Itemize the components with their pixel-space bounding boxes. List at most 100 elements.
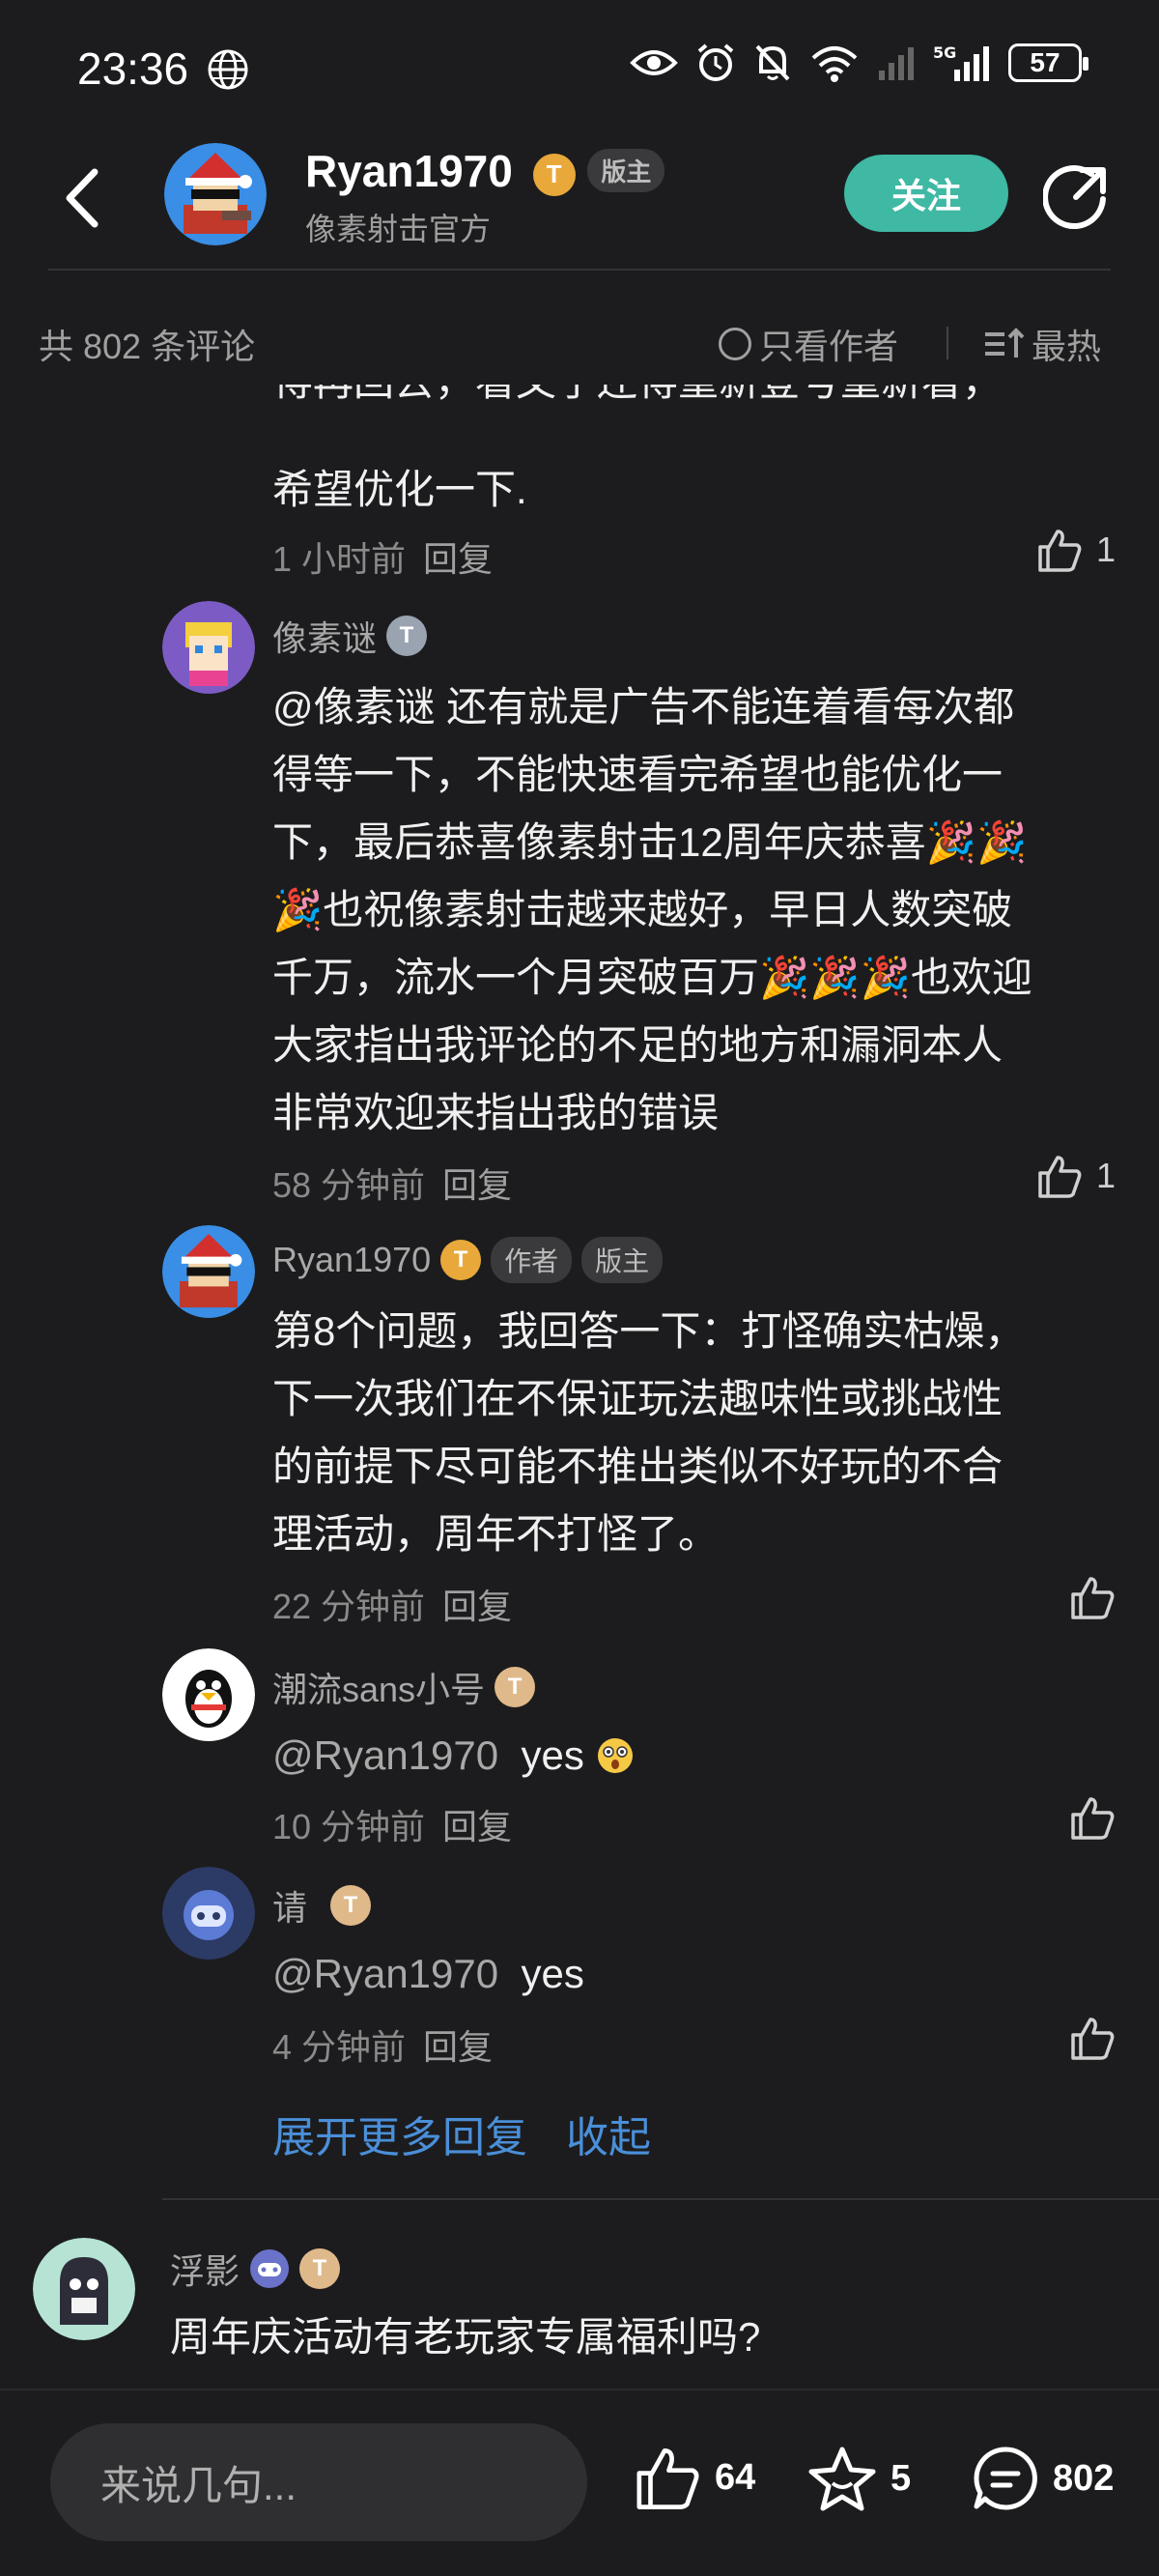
battery-indicator: 57 — [1008, 43, 1088, 82]
thumbs-up-icon — [636, 2447, 699, 2509]
ghost-avatar-image — [33, 2238, 135, 2340]
reply-actions: 展开更多回复 收起 — [272, 2103, 651, 2164]
sort-toggle[interactable]: 最热 — [983, 319, 1101, 369]
comment-meta: 58 分钟前 回复 — [272, 1158, 512, 1208]
comments-button[interactable]: 802 — [972, 2445, 1114, 2512]
comment-filter-bar: 共 802 条评论 只看作者 最热 — [0, 319, 1159, 367]
comment-text: 希望优化一下. — [272, 467, 527, 512]
comment-input[interactable]: 来说几句... — [50, 2423, 587, 2541]
comment-meta: 22 分钟前 回复 — [272, 1579, 512, 1629]
like-post-button[interactable]: 64 — [634, 2445, 755, 2510]
signal-icon-1 — [879, 47, 914, 80]
back-arrow-icon[interactable] — [58, 164, 106, 232]
thumbs-up-icon — [1071, 2018, 1115, 2060]
header-username: Ryan1970 T 版主 — [305, 145, 665, 197]
user-avatar[interactable] — [162, 1867, 255, 1960]
level-badge: T — [299, 2248, 341, 2289]
bottom-action-bar: 来说几句... 64 5 802 — [0, 2389, 1159, 2576]
reply-button[interactable]: 回复 — [423, 2027, 493, 2067]
level-badge: T — [386, 615, 428, 656]
like-button[interactable] — [1069, 2016, 1116, 2060]
user-avatar[interactable] — [162, 601, 255, 694]
like-count: 1 — [1095, 1156, 1116, 1195]
robot-avatar-image — [162, 1867, 255, 1960]
user-avatar[interactable] — [162, 1648, 255, 1741]
comment-meta: 10 分钟前 回复 — [272, 1799, 512, 1849]
sort-icon — [985, 328, 1025, 358]
reply-button[interactable]: 回复 — [442, 1587, 512, 1626]
comment-time: 10 分钟前 — [272, 1807, 426, 1846]
header-subtitle: 像素射击官方 — [305, 212, 492, 246]
radio-icon — [719, 328, 751, 360]
level-badge: T — [495, 1667, 536, 1707]
favorite-count: 5 — [890, 2457, 912, 2499]
comment-time: 1 小时前 — [272, 539, 407, 579]
expand-more-replies-link[interactable]: 展开更多回复 — [272, 2114, 527, 2161]
author-only-toggle[interactable]: 只看作者 — [719, 319, 898, 369]
status-bar: 23:36 5G 57 — [0, 0, 1159, 140]
like-button[interactable]: 1 — [1036, 1154, 1116, 1198]
comment-text-cut: 得再回去，看文了还得重新登号重新看， — [272, 385, 1113, 431]
mute-bell-icon — [755, 44, 790, 81]
signal-5g-icon: 5G — [933, 43, 989, 81]
comment-count-total: 802 — [1053, 2457, 1115, 2499]
level-badge: T — [330, 1885, 372, 1926]
reply-button[interactable]: 回复 — [442, 1165, 512, 1205]
follow-button[interactable]: 关注 — [844, 155, 1008, 232]
ryan-avatar-image — [162, 1225, 255, 1318]
comment-text: 周年庆活动有老玩家专属福利吗? — [170, 2314, 761, 2360]
header-avatar[interactable] — [164, 143, 267, 245]
post-like-count: 64 — [715, 2456, 756, 2498]
author-tag: 作者 — [491, 1237, 573, 1283]
comment-bubble-icon — [974, 2447, 1037, 2510]
reply-button[interactable]: 回复 — [423, 539, 493, 579]
filter-separator — [947, 327, 948, 359]
collapse-link[interactable]: 收起 — [566, 2114, 651, 2161]
comment-divider — [162, 2198, 1159, 2200]
comment-time: 22 分钟前 — [272, 1587, 426, 1626]
moderator-tag: 版主 — [581, 1237, 664, 1283]
comment-meta: 1 小时前 回复 — [272, 531, 493, 582]
mention[interactable]: @Ryan1970 — [272, 1951, 498, 1996]
share-icon[interactable] — [1043, 162, 1111, 230]
dizzy-face-emoji-icon — [597, 1738, 633, 1773]
favorite-button[interactable]: 5 — [807, 2445, 911, 2512]
user-avatar[interactable] — [162, 1225, 255, 1318]
like-count: 1 — [1095, 530, 1116, 569]
alarm-icon — [697, 43, 734, 81]
comment-username[interactable]: 潮流sans小号 T — [272, 1662, 536, 1712]
eye-icon — [630, 50, 678, 75]
comment-username[interactable]: 浮影 T — [170, 2244, 341, 2294]
wifi-icon — [811, 46, 858, 82]
like-button[interactable] — [1069, 1795, 1116, 1840]
thumbs-up-icon — [1038, 530, 1082, 572]
thumbs-up-icon — [1071, 1577, 1115, 1619]
ryan-avatar-image — [164, 143, 267, 245]
gamepad-icon — [250, 2249, 290, 2288]
comment-username[interactable]: 像素谜 T — [272, 611, 428, 661]
comment-username[interactable]: 请 T — [272, 1880, 372, 1931]
comment-username[interactable]: Ryan1970 T 作者 版主 — [272, 1237, 664, 1283]
comment-text: @像素谜 还有就是广告不能连着看每次都 得等一下，不能快速看完希望也能优化一 下… — [272, 684, 1032, 1135]
sort-label: 最热 — [1032, 327, 1102, 366]
avatar-image — [162, 601, 255, 694]
comment-text: @Ryan1970 yes — [272, 1951, 584, 1996]
user-avatar[interactable] — [33, 2238, 135, 2340]
comment-meta: 4 分钟前 回复 — [272, 2019, 493, 2070]
like-button[interactable] — [1069, 1575, 1116, 1619]
comment-text: 第8个问题，我回答一下：打怪确实枯燥， 下一次我们在不保证玩法趣味性或挑战性 的… — [272, 1308, 1026, 1557]
like-button[interactable]: 1 — [1036, 528, 1116, 572]
comment-count: 共 802 条评论 — [39, 327, 256, 366]
author-only-label: 只看作者 — [759, 327, 899, 366]
reply-button[interactable]: 回复 — [442, 1807, 512, 1846]
thumbs-up-icon — [1038, 1156, 1082, 1198]
moderator-tag: 版主 — [587, 149, 665, 192]
status-time: 23:36 — [77, 43, 189, 94]
penguin-avatar-image — [162, 1648, 255, 1741]
svg-text:5G: 5G — [933, 43, 956, 62]
level-badge: T — [440, 1240, 482, 1280]
comment-time: 58 分钟前 — [272, 1165, 426, 1205]
comment-time: 4 分钟前 — [272, 2027, 407, 2067]
mention[interactable]: @Ryan1970 — [272, 1732, 498, 1778]
comment-text: @Ryan1970 yes — [272, 1722, 1113, 1789]
